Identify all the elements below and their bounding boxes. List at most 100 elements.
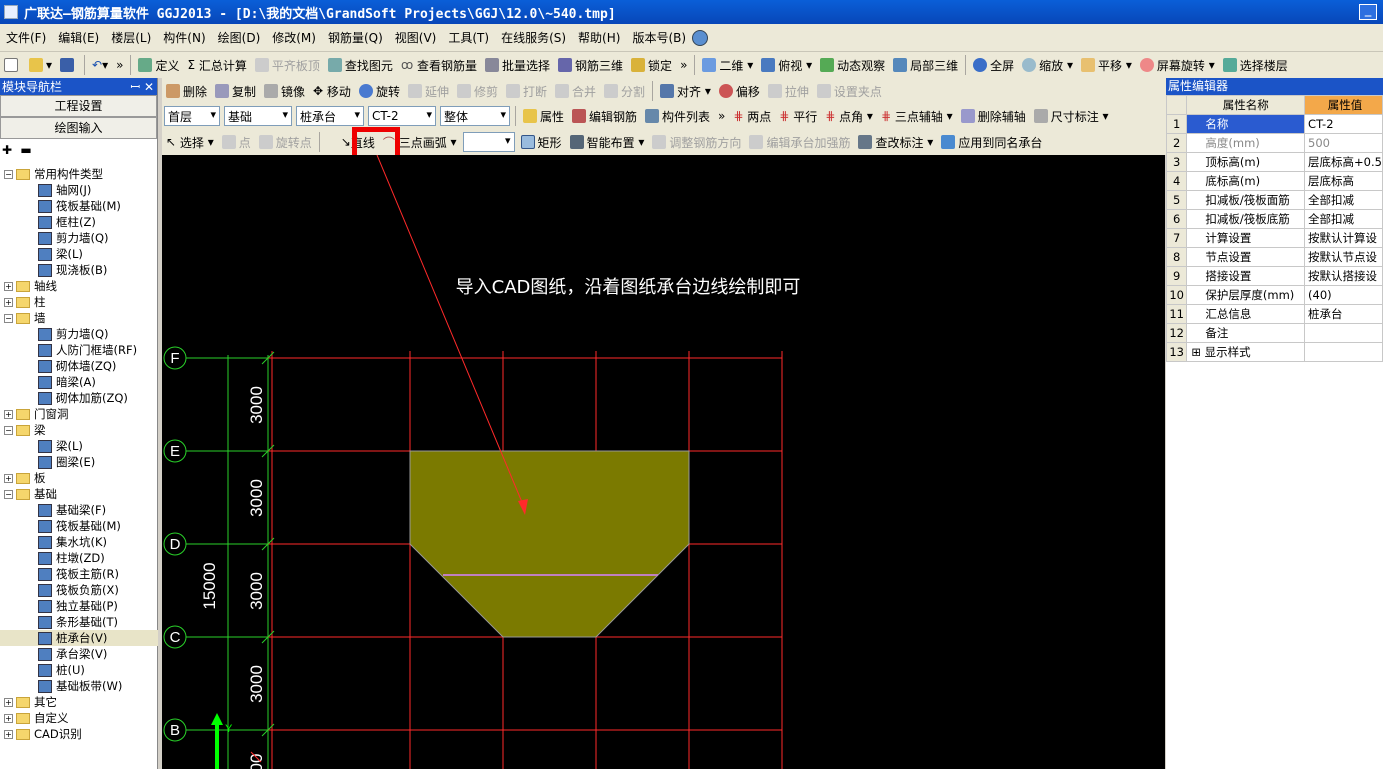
- tree-item[interactable]: 桩承台(V): [0, 630, 158, 646]
- menu-item[interactable]: 版本号(B): [626, 29, 692, 46]
- lock-button[interactable]: 锁定: [627, 54, 676, 76]
- tree-item[interactable]: 集水坑(K): [0, 534, 158, 550]
- expand-icon[interactable]: +: [4, 409, 13, 419]
- category-select[interactable]: 基础: [224, 106, 292, 126]
- properties-button[interactable]: 属性: [519, 105, 568, 127]
- point-angle-button[interactable]: ⋕ 点角 ▾: [821, 105, 877, 127]
- expand-icon[interactable]: +: [4, 697, 13, 707]
- tree-folder[interactable]: + 其它: [0, 694, 158, 710]
- select-button[interactable]: ↖ 选择 ▾: [162, 131, 218, 153]
- menu-item[interactable]: 修改(M): [266, 29, 322, 46]
- expand-icon[interactable]: +: [4, 473, 13, 483]
- fullscreen-button[interactable]: 全屏: [969, 54, 1018, 76]
- tree-item[interactable]: 轴网(J): [0, 182, 158, 198]
- property-row[interactable]: 3 顶标高(m) 层底标高+0.5: [1165, 152, 1383, 172]
- property-value[interactable]: 按默认计算设: [1304, 228, 1383, 248]
- save-icon[interactable]: [56, 54, 81, 76]
- menu-item[interactable]: 钢筋量(Q): [322, 29, 389, 46]
- menu-item[interactable]: 构件(N): [157, 29, 211, 46]
- property-value[interactable]: 按默认节点设: [1304, 247, 1383, 267]
- open-file-icon[interactable]: ▾: [25, 54, 56, 76]
- move-button[interactable]: ✥ 移动: [309, 80, 355, 102]
- dimension-button[interactable]: 尺寸标注 ▾: [1030, 105, 1113, 127]
- rectangle-button[interactable]: 矩形: [517, 131, 566, 153]
- tree-folder[interactable]: + CAD识别: [0, 726, 158, 742]
- merge-button[interactable]: 合并: [551, 80, 600, 102]
- tree-folder[interactable]: − 墙: [0, 310, 158, 326]
- property-row[interactable]: 5 扣减板/筏板面筋 全部扣减: [1165, 190, 1383, 210]
- pan-button[interactable]: 平移 ▾: [1077, 54, 1136, 76]
- property-value[interactable]: 全部扣减: [1304, 209, 1383, 229]
- property-value[interactable]: [1304, 323, 1383, 343]
- zoom-button[interactable]: 缩放 ▾: [1018, 54, 1077, 76]
- tree-item[interactable]: 基础板带(W): [0, 678, 158, 694]
- collapse-icon[interactable]: −: [4, 489, 13, 499]
- view-rebar-button[interactable]: ꝏ 查看钢筋量: [397, 54, 481, 76]
- property-value[interactable]: [1304, 342, 1383, 362]
- property-row[interactable]: 11 汇总信息 桩承台: [1165, 304, 1383, 324]
- property-value[interactable]: CT-2: [1304, 114, 1383, 134]
- tree-item[interactable]: 筏板基础(M): [0, 198, 158, 214]
- property-row[interactable]: 10 保护层厚度(mm) (40): [1165, 285, 1383, 305]
- tree-item[interactable]: 承台梁(V): [0, 646, 158, 662]
- align-slab-top-button[interactable]: 平齐板顶: [251, 54, 324, 76]
- rotate-point-button[interactable]: 旋转点: [255, 131, 316, 153]
- property-row[interactable]: 1 名称 CT-2: [1165, 114, 1383, 134]
- screen-rotate-button[interactable]: 屏幕旋转 ▾: [1136, 54, 1219, 76]
- more-chevron-icon[interactable]: »: [112, 54, 127, 76]
- dynamic-view-button[interactable]: 动态观察: [816, 54, 889, 76]
- tree-item[interactable]: 条形基础(T): [0, 614, 158, 630]
- property-row[interactable]: 12 备注: [1165, 323, 1383, 343]
- menu-item[interactable]: 文件(F): [0, 29, 52, 46]
- new-file-icon[interactable]: [0, 54, 25, 76]
- menu-item[interactable]: 编辑(E): [52, 29, 105, 46]
- view-mode-select[interactable]: 二维 ▾: [698, 54, 757, 76]
- property-value[interactable]: 层底标高+0.5: [1304, 152, 1383, 172]
- minimize-button[interactable]: _: [1359, 4, 1377, 20]
- tree-item[interactable]: 砌体加筋(ZQ): [0, 390, 158, 406]
- more-chevron-icon[interactable]: »: [714, 105, 729, 127]
- tree-folder[interactable]: − 梁: [0, 422, 158, 438]
- local-3d-button[interactable]: 局部三维: [889, 54, 962, 76]
- collapse-icon[interactable]: −: [4, 169, 13, 179]
- menu-item[interactable]: 工具(T): [442, 29, 495, 46]
- edit-rebar-button[interactable]: 编辑钢筋: [568, 105, 641, 127]
- three-point-axis-button[interactable]: ⋕ 三点辅轴 ▾: [877, 105, 957, 127]
- pile-cap-shape[interactable]: [409, 450, 690, 638]
- parallel-axis-button[interactable]: ⋕ 平行: [775, 105, 821, 127]
- rebar-3d-button[interactable]: 钢筋三维: [554, 54, 627, 76]
- menu-item[interactable]: 帮助(H): [572, 29, 626, 46]
- extend-button[interactable]: 延伸: [404, 80, 453, 102]
- tree-item[interactable]: 桩(U): [0, 662, 158, 678]
- tree-folder[interactable]: + 轴线: [0, 278, 158, 294]
- collapse-icon[interactable]: −: [4, 313, 13, 323]
- edit-cap-reinforcement-button[interactable]: 编辑承台加强筋: [745, 131, 854, 153]
- point-button[interactable]: 点: [218, 131, 255, 153]
- property-row[interactable]: 6 扣减板/筏板底筋 全部扣减: [1165, 209, 1383, 229]
- expand-icon[interactable]: ⊞: [1191, 345, 1204, 359]
- type-select[interactable]: 桩承台: [296, 106, 364, 126]
- property-value[interactable]: 按默认搭接设: [1304, 266, 1383, 286]
- nav-pin-close-icon[interactable]: ꟷ ✕: [130, 78, 157, 95]
- tree-folder[interactable]: + 自定义: [0, 710, 158, 726]
- tree-item[interactable]: 剪力墙(Q): [0, 230, 158, 246]
- component-list-button[interactable]: 构件列表: [641, 105, 714, 127]
- tree-item[interactable]: 筏板主筋(R): [0, 566, 158, 582]
- batch-select-button[interactable]: 批量选择: [481, 54, 554, 76]
- copy-button[interactable]: 复制: [211, 80, 260, 102]
- property-row[interactable]: 8 节点设置 按默认节点设: [1165, 247, 1383, 267]
- expand-collapse-icons[interactable]: ✚ ▬: [0, 139, 157, 161]
- tree-item[interactable]: 筏板基础(M): [0, 518, 158, 534]
- property-value[interactable]: 层底标高: [1304, 171, 1383, 191]
- stretch-button[interactable]: 拉伸: [764, 80, 813, 102]
- split-button[interactable]: 分割: [600, 80, 649, 102]
- mirror-button[interactable]: 镜像: [260, 80, 309, 102]
- mode-select[interactable]: 整体: [440, 106, 510, 126]
- align-button[interactable]: 对齐 ▾: [656, 80, 715, 102]
- property-row[interactable]: 7 计算设置 按默认计算设: [1165, 228, 1383, 248]
- menu-item[interactable]: 绘图(D): [212, 29, 267, 46]
- property-row[interactable]: 2 高度(mm) 500: [1165, 133, 1383, 153]
- tree-folder[interactable]: − 常用构件类型: [0, 166, 158, 182]
- set-grip-button[interactable]: 设置夹点: [813, 80, 886, 102]
- menu-item[interactable]: 楼层(L): [105, 29, 157, 46]
